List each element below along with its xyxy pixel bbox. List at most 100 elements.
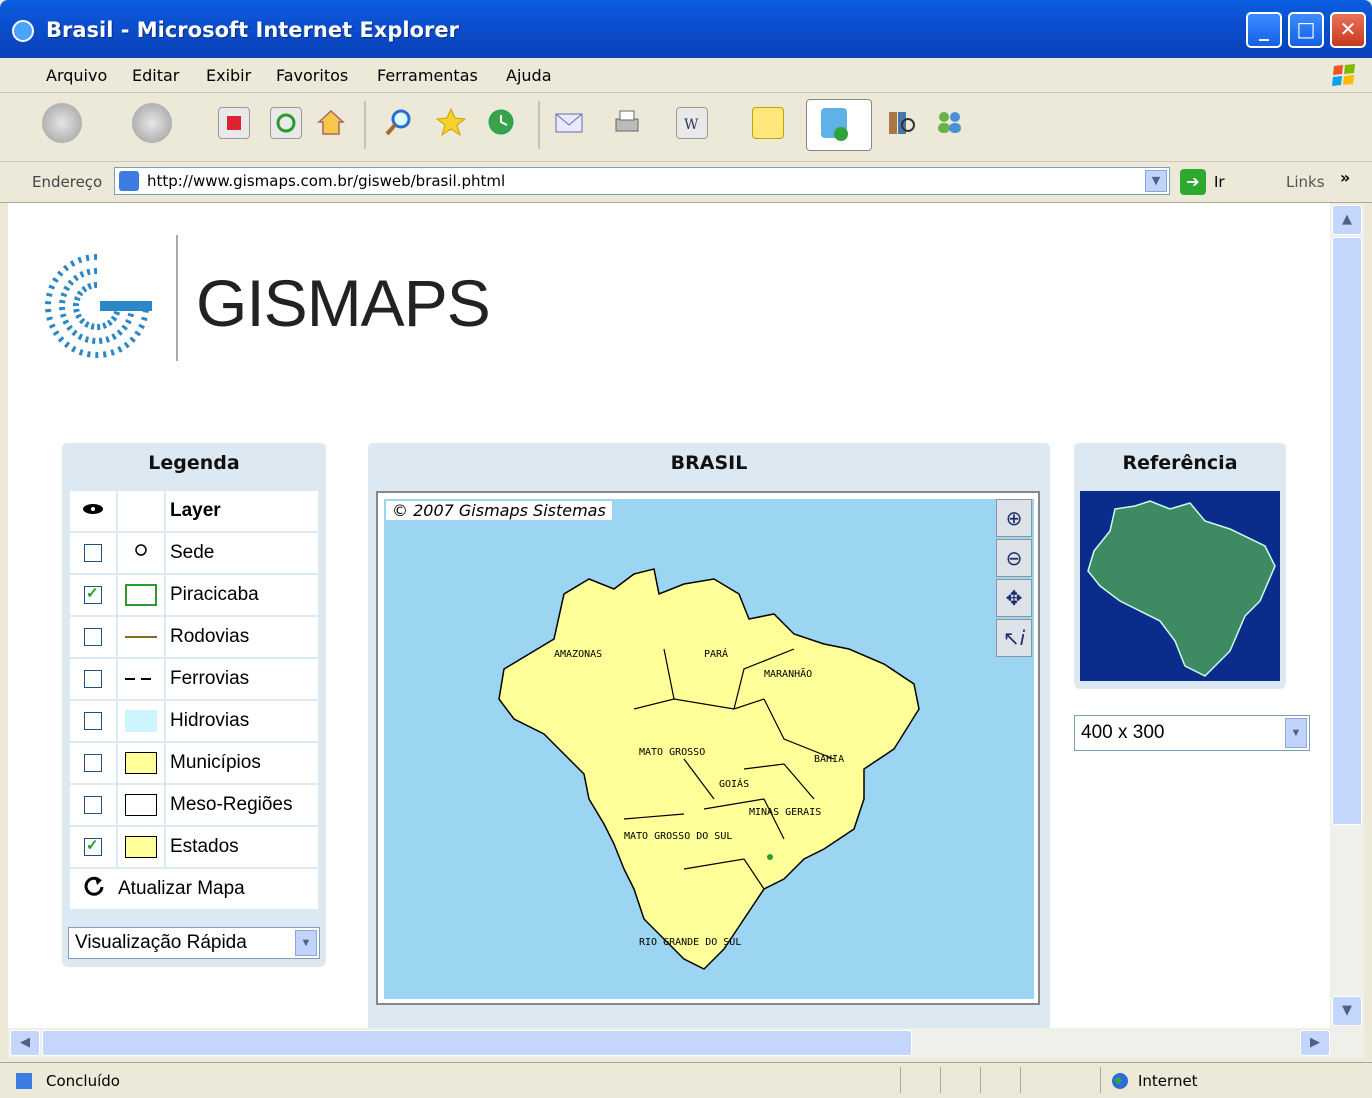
browser-window: Brasil - Microsoft Internet Explorer _ □… [0, 0, 1372, 1098]
go-arrow-icon[interactable]: ➔ [1180, 169, 1206, 195]
legend-row-rodovias: Rodovias [68, 615, 320, 659]
search-icon[interactable] [384, 107, 414, 137]
zoom-out-icon[interactable]: ⊖ [996, 539, 1032, 577]
scroll-down-icon[interactable]: ▼ [1332, 996, 1362, 1026]
pan-icon[interactable]: ✥ [996, 579, 1032, 617]
status-divider [1020, 1067, 1021, 1093]
legend-refresh-row[interactable]: Atualizar Mapa [68, 867, 320, 911]
menu-exibir[interactable]: Exibir [206, 66, 251, 85]
refresh-map-icon[interactable] [68, 867, 117, 911]
reference-map[interactable] [1080, 491, 1280, 681]
map-label: MATO GROSSO [639, 747, 706, 758]
forward-icon[interactable] [132, 103, 172, 143]
yellow-swatch [125, 835, 157, 858]
globe-icon [1112, 1073, 1128, 1089]
gismaps-logo-icon [45, 254, 152, 358]
hidrovias-checkbox[interactable] [84, 711, 102, 730]
brazil-map [498, 568, 920, 970]
address-bar: Endereço http://www.gismaps.com.br/giswe… [0, 162, 1372, 203]
edit-word-icon[interactable]: W [676, 107, 708, 139]
map-label: BAHIA [814, 754, 845, 765]
menu-bar: Arquivo Editar Exibir Favoritos Ferramen… [0, 58, 1372, 93]
chevron-down-icon[interactable]: ▼ [1285, 718, 1307, 748]
map-panel: BRASIL © 2007 Gismaps Sistemas AMAZONAS … [368, 443, 1050, 1028]
meso-regioes-checkbox[interactable] [84, 795, 102, 814]
history-icon[interactable] [486, 107, 516, 137]
legend-label: Estados [164, 825, 320, 869]
favorites-icon[interactable] [435, 107, 467, 137]
map-size-select[interactable]: 400 x 300 ▼ [1074, 715, 1310, 751]
status-divider [940, 1067, 941, 1093]
piracicaba-checkbox[interactable] [84, 584, 102, 604]
horizontal-scroll-thumb[interactable] [42, 1030, 912, 1056]
scroll-right-icon[interactable]: ▶ [1300, 1030, 1330, 1056]
menu-favoritos[interactable]: Favoritos [276, 66, 348, 85]
research-icon[interactable] [886, 107, 916, 137]
legend-header-row: Layer [68, 489, 320, 533]
note-icon[interactable] [752, 107, 784, 139]
home-icon[interactable] [316, 107, 346, 137]
reference-title: Referência [1074, 443, 1286, 483]
vertical-scrollbar[interactable]: ▲ ▼ [1330, 203, 1364, 1028]
refresh-map-button[interactable]: Atualizar Mapa [117, 867, 320, 911]
chevron-right-icon[interactable]: » [1340, 168, 1350, 187]
contacts-icon[interactable] [934, 107, 964, 137]
legend-row-sede: Sede [68, 531, 320, 575]
stop-icon[interactable] [218, 107, 250, 139]
estados-checkbox[interactable] [84, 836, 102, 856]
mail-icon[interactable] [554, 107, 584, 137]
rodovias-checkbox[interactable] [84, 627, 102, 646]
maximize-button[interactable]: □ [1288, 12, 1324, 48]
toolbar-separator [538, 101, 540, 149]
map-canvas[interactable]: © 2007 Gismaps Sistemas AMAZONAS PARÁ MA… [384, 499, 1034, 999]
circle-symbol-icon [135, 544, 147, 556]
horizontal-scrollbar[interactable]: ◀ ▶ [8, 1028, 1364, 1058]
toolbar-separator [364, 101, 366, 149]
windows-logo-icon [1332, 64, 1355, 86]
legend-header-symbol [116, 489, 166, 533]
scroll-up-icon[interactable]: ▲ [1332, 205, 1362, 235]
identify-icon[interactable]: ↖i [996, 619, 1032, 657]
quick-view-select[interactable]: Visualização Rápida ▼ [68, 927, 320, 959]
menu-arquivo[interactable]: Arquivo [46, 66, 107, 85]
menu-ajuda[interactable]: Ajuda [506, 66, 552, 85]
toolbar: W [0, 93, 1372, 162]
menu-ferramentas[interactable]: Ferramentas [377, 66, 478, 85]
ferrovias-checkbox[interactable] [84, 669, 102, 688]
white-swatch [125, 793, 157, 816]
map-title: BRASIL [368, 443, 1050, 483]
legend-title: Legenda [62, 443, 326, 483]
chevron-down-icon[interactable]: ▼ [295, 930, 317, 956]
legend-label: Meso-Regiões [164, 783, 320, 827]
municipios-checkbox[interactable] [84, 753, 102, 772]
ie-icon [12, 20, 34, 42]
links-button[interactable]: Links [1286, 173, 1325, 191]
map-label: RIO GRANDE DO SUL [639, 937, 742, 948]
legend-label: Ferrovias [164, 657, 320, 701]
zoom-in-icon[interactable]: ⊕ [996, 499, 1032, 537]
minimize-button[interactable]: _ [1246, 12, 1282, 48]
vertical-scroll-thumb[interactable] [1332, 237, 1362, 825]
reference-brazil-map [1087, 500, 1276, 677]
refresh-icon[interactable] [270, 107, 302, 139]
messenger-icon[interactable] [806, 99, 872, 151]
logo-divider [176, 235, 178, 361]
title-bar: Brasil - Microsoft Internet Explorer _ □… [0, 0, 1372, 58]
back-icon[interactable] [42, 103, 82, 143]
legend-row-ferrovias: Ferrovias [68, 657, 320, 701]
menu-editar[interactable]: Editar [132, 66, 179, 85]
yellow-swatch [125, 751, 157, 774]
address-dropdown-icon[interactable]: ▼ [1145, 170, 1167, 192]
address-url[interactable]: http://www.gismaps.com.br/gisweb/brasil.… [147, 172, 505, 190]
scroll-left-icon[interactable]: ◀ [10, 1030, 40, 1056]
map-label: GOIÁS [719, 779, 750, 790]
map-frame: © 2007 Gismaps Sistemas AMAZONAS PARÁ MA… [376, 491, 1040, 1005]
close-button[interactable]: ✕ [1330, 12, 1366, 48]
print-icon[interactable] [612, 107, 642, 137]
address-input[interactable]: http://www.gismaps.com.br/gisweb/brasil.… [114, 167, 1170, 195]
sede-checkbox[interactable] [84, 543, 102, 562]
map-label: MARANHÃO [764, 669, 813, 680]
legend-row-hidrovias: Hidrovias [68, 699, 320, 743]
go-button[interactable]: Ir [1214, 173, 1225, 191]
map-label: AMAZONAS [554, 649, 603, 660]
